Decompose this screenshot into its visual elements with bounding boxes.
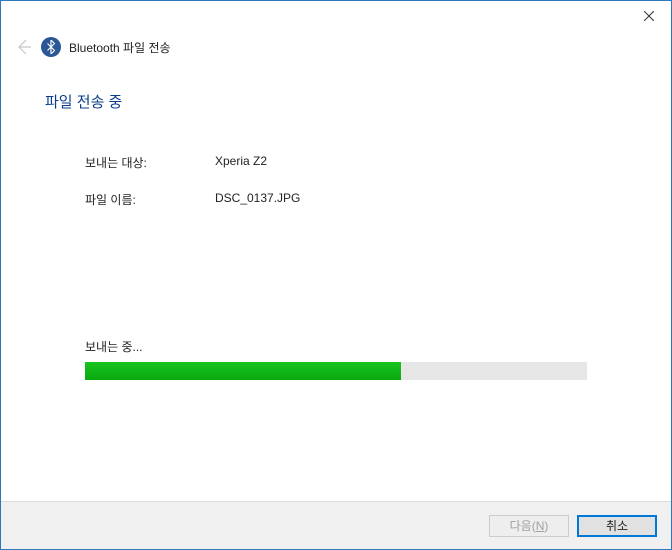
info-table: 보내는 대상: Xperia Z2 파일 이름: DSC_0137.JPG (85, 154, 627, 208)
next-button-key: N (536, 519, 545, 533)
close-button[interactable] (626, 1, 671, 31)
next-button-suffix: ) (544, 519, 548, 533)
destination-label: 보내는 대상: (85, 154, 215, 171)
destination-row: 보내는 대상: Xperia Z2 (85, 154, 627, 171)
destination-value: Xperia Z2 (215, 154, 267, 171)
cancel-button-label: 취소 (606, 517, 628, 534)
content-area: 파일 전송 중 보내는 대상: Xperia Z2 파일 이름: DSC_013… (1, 57, 671, 380)
next-button-prefix: 다음( (510, 517, 536, 534)
window-title: Bluetooth 파일 전송 (69, 39, 171, 56)
back-button (15, 38, 33, 56)
bluetooth-icon (41, 37, 61, 57)
filename-row: 파일 이름: DSC_0137.JPG (85, 191, 627, 208)
back-arrow-icon (16, 39, 32, 55)
next-button: 다음(N) (489, 515, 569, 537)
progress-bar (85, 362, 587, 380)
header-row: Bluetooth 파일 전송 (1, 31, 671, 57)
close-icon (644, 11, 654, 21)
progress-label: 보내는 중... (85, 338, 587, 355)
titlebar (1, 1, 671, 31)
progress-area: 보내는 중... (85, 338, 587, 380)
filename-label: 파일 이름: (85, 191, 215, 208)
footer: 다음(N) 취소 (1, 501, 671, 549)
cancel-button[interactable]: 취소 (577, 515, 657, 537)
progress-fill (85, 362, 401, 380)
filename-value: DSC_0137.JPG (215, 191, 300, 208)
page-title: 파일 전송 중 (45, 91, 627, 112)
